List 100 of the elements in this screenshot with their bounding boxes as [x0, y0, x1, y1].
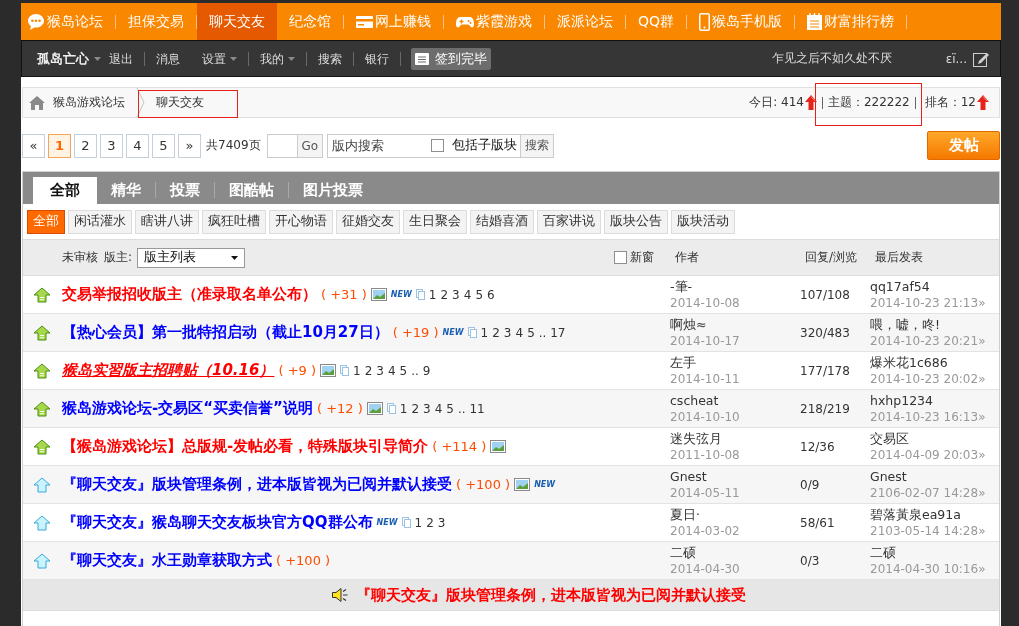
- page-link[interactable]: 4: [515, 325, 524, 340]
- page-link[interactable]: 1: [399, 401, 408, 416]
- page-link[interactable]: 5: [446, 401, 454, 416]
- page-link[interactable]: 5: [475, 287, 484, 302]
- author-link[interactable]: 迷失弦月: [670, 429, 798, 447]
- author-link[interactable]: 二硕: [670, 543, 798, 561]
- page-link[interactable]: 1: [414, 515, 423, 530]
- post-date: 2014-10-08: [670, 294, 741, 312]
- username-menu[interactable]: 孤岛亡心: [37, 49, 101, 68]
- next-page-button[interactable]: »: [178, 133, 201, 158]
- page-link[interactable]: 5: [399, 363, 408, 378]
- page-link[interactable]: 5: [527, 325, 535, 340]
- menu-link[interactable]: 我的: [249, 51, 307, 66]
- heat-count: ( +100 ): [276, 553, 331, 568]
- nickname-link[interactable]: εï...: [945, 51, 967, 66]
- page-link[interactable]: 2: [440, 287, 449, 302]
- page-link[interactable]: 1: [480, 325, 489, 340]
- breadcrumb-link[interactable]: 聊天交友: [156, 94, 204, 111]
- category-button[interactable]: 版块活动: [671, 209, 735, 234]
- thread-title[interactable]: 【热心会员】第一批特招启动（截止10月27日）: [62, 323, 389, 342]
- page-link[interactable]: 3: [437, 515, 446, 530]
- moderator-select[interactable]: 版主列表: [137, 247, 246, 268]
- column-header[interactable]: 作者: [668, 249, 798, 266]
- last-poster-link[interactable]: 爆米花1c686: [870, 353, 999, 371]
- menu-link[interactable]: 消息: [145, 51, 191, 66]
- heat-count: ( +31 ): [321, 287, 367, 302]
- author-link[interactable]: 夏日·: [670, 505, 798, 523]
- page-button[interactable]: 5: [152, 133, 175, 158]
- menu-link[interactable]: 退出: [109, 51, 145, 66]
- page-link[interactable]: 6: [487, 287, 495, 302]
- last-poster-link[interactable]: 二硕: [870, 543, 999, 561]
- thread-title[interactable]: 【猴岛游戏论坛】总版规-发帖必看，特殊版块引导简介: [62, 437, 429, 456]
- page-button[interactable]: 2: [74, 133, 97, 158]
- unreviewed-link[interactable]: 未审核: [62, 249, 98, 266]
- author-link[interactable]: 啊烛≈: [670, 315, 798, 333]
- author-link[interactable]: -筆-: [670, 277, 798, 295]
- thread-title[interactable]: 猴岛游戏论坛-交易区“买卖信誉”说明: [62, 399, 313, 418]
- menu-link[interactable]: 设置: [191, 51, 249, 66]
- column-header[interactable]: 回复/浏览: [798, 249, 868, 266]
- checkbox[interactable]: [431, 139, 445, 152]
- page-link[interactable]: 3: [503, 325, 512, 340]
- page-link[interactable]: 2: [364, 363, 373, 378]
- page-link[interactable]: 2: [492, 325, 500, 340]
- thread-title[interactable]: 交易举报招收版主（准录取名单公布）: [62, 285, 317, 304]
- home-icon[interactable]: [29, 95, 45, 110]
- thread-title[interactable]: 『聊天交友』猴岛聊天交友板块官方QQ群公布: [62, 513, 373, 532]
- page-button[interactable]: 4: [126, 133, 149, 158]
- checkbox[interactable]: [614, 251, 627, 264]
- page-link[interactable]: 3: [423, 401, 431, 416]
- page-link[interactable]: 2: [426, 515, 434, 530]
- checkin-button[interactable]: 签到完毕: [411, 47, 491, 70]
- thread-title[interactable]: 『聊天交友』水王勋章获取方式: [62, 551, 272, 570]
- menu-link[interactable]: 搜索: [307, 51, 354, 66]
- previous-page-button[interactable]: «: [22, 133, 45, 158]
- category-button[interactable]: 闲话灌水: [68, 209, 132, 234]
- reply-view-count: 218/219: [799, 401, 851, 416]
- author-link[interactable]: cscheat: [670, 391, 798, 409]
- chat-bubble-icon: [27, 12, 45, 31]
- breadcrumb-link[interactable]: 猴岛游戏论坛: [53, 94, 125, 111]
- author-link[interactable]: Gnest: [670, 467, 798, 485]
- thread-title[interactable]: 猴岛实習版主招聘贴（10.16）: [62, 361, 275, 380]
- page-link[interactable]: 4: [463, 287, 472, 302]
- search-field[interactable]: 版内搜索: [327, 133, 428, 158]
- page-link[interactable]: .. 9: [411, 363, 431, 378]
- filter-tab[interactable]: 全部: [33, 177, 97, 204]
- category-button[interactable]: 结婚喜酒: [470, 209, 534, 234]
- category-button[interactable]: 百家讲说: [537, 209, 601, 234]
- last-poster-link[interactable]: Gnest: [870, 467, 999, 485]
- page-link[interactable]: 4: [387, 363, 396, 378]
- page-input[interactable]: [266, 133, 297, 158]
- menu-link[interactable]: 银行: [354, 51, 401, 66]
- stat-text: 排名：12: [924, 94, 976, 111]
- search-button[interactable]: 搜索: [520, 133, 555, 158]
- category-button[interactable]: 版块公告: [604, 209, 668, 234]
- go-button[interactable]: Go: [296, 133, 324, 158]
- page-link[interactable]: .. 17: [538, 325, 566, 340]
- last-poster-link[interactable]: 碧落黃泉ea91a: [870, 505, 999, 523]
- page-link[interactable]: .. 11: [458, 401, 485, 416]
- page-link[interactable]: 1: [428, 287, 437, 302]
- author-link[interactable]: 左手: [670, 353, 798, 371]
- page-button[interactable]: 3: [100, 133, 123, 158]
- category-button[interactable]: 生日聚会: [403, 209, 467, 234]
- nav-tab[interactable]: 聊天交友: [197, 3, 277, 40]
- category-button[interactable]: 疯狂吐槽: [202, 209, 266, 234]
- column-header[interactable]: 最后发表: [868, 249, 999, 266]
- category-button[interactable]: 瞎讲八讲: [135, 209, 199, 234]
- page-link[interactable]: 3: [376, 363, 384, 378]
- last-poster-link[interactable]: qq17af54: [870, 277, 999, 295]
- edit-icon[interactable]: [973, 50, 989, 67]
- page-link[interactable]: 3: [452, 287, 460, 302]
- last-poster-link[interactable]: hxhp1234: [870, 391, 999, 409]
- last-poster-link[interactable]: 交易区: [870, 429, 999, 447]
- thread-title[interactable]: 『聊天交友』版块管理条例，进本版皆视为已阅并默认接受: [62, 475, 452, 494]
- page-link[interactable]: 1: [353, 363, 361, 378]
- category-button[interactable]: 开心物语: [269, 209, 333, 234]
- page-link[interactable]: 4: [434, 401, 443, 416]
- post-date: 2014-05-11: [670, 484, 741, 502]
- page-link[interactable]: 2: [411, 401, 420, 416]
- last-poster-link[interactable]: 喂，嘘，咚!: [870, 315, 999, 333]
- category-button[interactable]: 征婚交友: [336, 209, 400, 234]
